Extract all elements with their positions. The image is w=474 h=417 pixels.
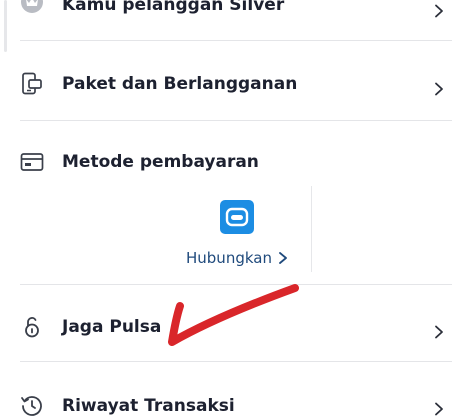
e-wallet-logo-mark: [225, 207, 249, 227]
subscription-device-icon: [22, 72, 42, 95]
e-wallet-card[interactable]: Hubungkan: [170, 186, 310, 272]
history-clock-icon: [21, 396, 42, 416]
unlocked-lock-icon: [25, 317, 39, 338]
connect-link[interactable]: Hubungkan: [186, 248, 288, 268]
chevron-right-icon: [435, 325, 443, 339]
chevron-right-icon: [279, 252, 287, 264]
chevron-right-icon: [435, 82, 443, 96]
menu-item-label: Riwayat Transaksi: [62, 396, 235, 416]
menu-item-label: Paket dan Berlangganan: [62, 74, 298, 94]
e-wallet-icon: [220, 200, 254, 234]
chevron-right-icon: [435, 402, 443, 416]
menu-item-silver-membership[interactable]: Kamu pelanggan Silver: [0, 0, 474, 40]
crown-icon: [21, 0, 43, 13]
menu-item-transaction-history[interactable]: Riwayat Transaksi: [0, 362, 474, 416]
menu-item-label: Metode pembayaran: [62, 152, 259, 172]
menu-item-label: Jaga Pulsa: [62, 317, 162, 337]
payment-card-icon: [20, 153, 44, 171]
card-separator: [311, 186, 312, 272]
chevron-right-icon: [435, 4, 443, 18]
menu-item-payment-methods: Metode pembayaran: [0, 121, 474, 185]
menu-item-packages-subscriptions[interactable]: Paket dan Berlangganan: [0, 41, 474, 121]
menu-item-label: Kamu pelanggan Silver: [62, 0, 285, 15]
menu-item-jaga-pulsa[interactable]: Jaga Pulsa: [0, 285, 474, 361]
connect-link-label: Hubungkan: [186, 249, 272, 267]
